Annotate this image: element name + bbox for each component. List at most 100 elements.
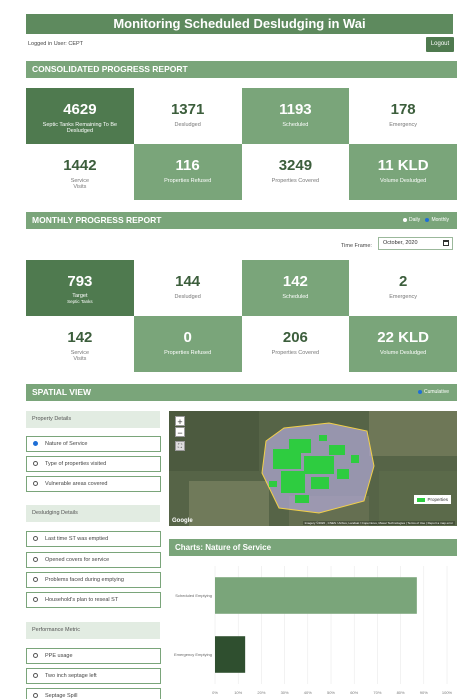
charts-header: Charts: Nature of Service <box>169 539 457 556</box>
option-septage-spill[interactable]: Septage Spill <box>26 688 161 699</box>
stat-label: Volume Desludged <box>380 350 427 356</box>
group-performance-metric: Performance Metric <box>26 622 160 639</box>
category-label: Scheduled Emptying <box>175 593 212 598</box>
stat-value: 206 <box>282 329 308 346</box>
map-legend[interactable]: Properties <box>414 495 451 504</box>
radio-icon[interactable] <box>33 693 38 698</box>
radio-monthly[interactable] <box>425 217 430 222</box>
timeframe-input[interactable]: October, 2020 <box>378 237 453 250</box>
radio-icon[interactable] <box>33 536 38 541</box>
option-label: Last time ST was emptied <box>45 536 109 542</box>
x-tick-label: 30% <box>281 690 289 695</box>
option-label: Vulnerable areas covered <box>45 481 108 487</box>
logout-button[interactable]: Logout <box>426 37 454 52</box>
stat-label: Desludged <box>174 294 201 300</box>
group-desludging-details: Desludging Details <box>26 505 160 522</box>
period-toggle: Daily Monthly <box>399 212 449 229</box>
option-label: Household's plan to reseal ST <box>45 597 119 603</box>
stat-label: Septic Tanks Remaining To Be Desludged <box>42 122 118 134</box>
stat-target: 793 Target Septic Tanks <box>26 260 134 316</box>
stat-covered: 3249 Properties Covered <box>241 144 350 200</box>
spatial-header: SPATIAL VIEW Cumulative <box>26 384 457 401</box>
radio-icon[interactable] <box>33 597 38 602</box>
radio-icon[interactable] <box>33 461 38 466</box>
x-tick-label: 80% <box>397 690 405 695</box>
satellite-map[interactable]: + − ⛶ Properties Google Imagery ©2020 , … <box>169 411 457 526</box>
stat-service-visits: 142 Service Visits <box>26 316 134 372</box>
option-vulnerable-areas[interactable]: Vulnerable areas covered <box>26 476 161 492</box>
option-label: Two inch septage left <box>45 673 97 679</box>
page-title: Monitoring Scheduled Desludging in Wai <box>26 14 453 34</box>
stat-service-visits: 1442 Service Visits <box>26 144 134 200</box>
map-legend-label: Properties <box>427 497 448 502</box>
radio-daily[interactable] <box>402 217 407 222</box>
stat-value: 116 <box>175 157 200 174</box>
option-reseal-plan[interactable]: Household's plan to reseal ST <box>26 592 161 608</box>
zoom-out-button[interactable]: − <box>175 427 185 438</box>
stat-desludged: 1371 Desludged <box>133 88 242 144</box>
stat-value: 793 <box>67 273 93 290</box>
stat-label: Service Visits <box>70 350 90 362</box>
x-tick-label: 40% <box>304 690 312 695</box>
stat-label: Volume Desludged <box>380 178 427 184</box>
x-tick-label: 20% <box>257 690 265 695</box>
category-label: Emergency Emptying <box>174 652 212 657</box>
option-opened-covers[interactable]: Opened covers for service <box>26 552 161 568</box>
option-label: Opened covers for service <box>45 557 110 563</box>
fullscreen-icon[interactable]: ⛶ <box>175 441 185 451</box>
bar[interactable] <box>215 577 417 614</box>
toggle-daily-label[interactable]: Daily <box>409 217 420 223</box>
toggle-monthly-label[interactable]: Monthly <box>431 217 449 223</box>
properties-swatch <box>417 497 426 502</box>
cumulative-label[interactable]: Cumulative <box>424 389 449 395</box>
bar[interactable] <box>215 636 246 673</box>
stat-desludged: 144 Desludged <box>133 260 242 316</box>
option-label: Nature of Service <box>45 441 88 447</box>
map-imagery <box>169 411 457 526</box>
radio-icon[interactable] <box>33 673 38 678</box>
radio-selected-icon[interactable] <box>33 441 38 446</box>
cumulative-toggle[interactable]: Cumulative <box>414 384 449 401</box>
monthly-title: MONTHLY PROGRESS REPORT <box>32 215 162 225</box>
stat-scheduled: 1193 Scheduled <box>241 88 350 144</box>
x-tick-label: 90% <box>420 690 428 695</box>
option-last-emptied[interactable]: Last time ST was emptied <box>26 531 161 547</box>
radio-icon[interactable] <box>33 653 38 658</box>
option-type-of-properties[interactable]: Type of properties visited <box>26 456 161 472</box>
timeframe-label: Time Frame: <box>341 243 372 249</box>
stat-label: Properties Covered <box>271 178 320 184</box>
radio-icon[interactable] <box>33 481 38 486</box>
radio-icon[interactable] <box>33 577 38 582</box>
stat-emergency: 178 Emergency <box>349 88 457 144</box>
option-two-inch-septage[interactable]: Two inch septage left <box>26 668 161 684</box>
stat-value: 11 KLD <box>377 157 429 174</box>
stat-volume: 22 KLD Volume Desludged <box>349 316 457 372</box>
map-attribution[interactable]: Imagery ©2020 , CNES / Airbus, Landsat /… <box>302 521 455 525</box>
zoom-in-button[interactable]: + <box>175 416 185 427</box>
x-tick-label: 50% <box>327 690 335 695</box>
option-ppe-usage[interactable]: PPE usage <box>26 648 161 664</box>
consolidated-header: CONSOLIDATED PROGRESS REPORT <box>26 61 457 78</box>
stat-value: 1442 <box>63 157 97 174</box>
option-label: Problems faced during emptying <box>45 577 124 583</box>
option-label: Septage Spill <box>45 693 78 699</box>
stat-emergency: 2 Emergency <box>349 260 457 316</box>
option-problems-faced[interactable]: Problems faced during emptying <box>26 572 161 588</box>
calendar-icon[interactable] <box>443 240 449 246</box>
stat-value: 142 <box>67 329 93 346</box>
stat-label: Emergency <box>389 294 418 300</box>
stat-label: Properties Refused <box>164 350 212 356</box>
monthly-header: MONTHLY PROGRESS REPORT Daily Monthly <box>26 212 457 229</box>
option-nature-of-service[interactable]: Nature of Service <box>26 436 161 452</box>
x-tick-label: 60% <box>350 690 358 695</box>
radio-icon[interactable] <box>33 557 38 562</box>
stat-label: Scheduled <box>282 122 309 128</box>
stat-label: Emergency <box>389 122 418 128</box>
stat-value: 1371 <box>170 101 205 118</box>
x-tick-label: 70% <box>373 690 381 695</box>
stat-scheduled: 142 Scheduled <box>241 260 350 316</box>
x-tick-label: 0% <box>212 690 218 695</box>
stat-value: 0 <box>183 329 192 346</box>
stat-volume: 11 KLD Volume Desludged <box>349 144 457 200</box>
radio-cumulative[interactable] <box>417 389 422 394</box>
